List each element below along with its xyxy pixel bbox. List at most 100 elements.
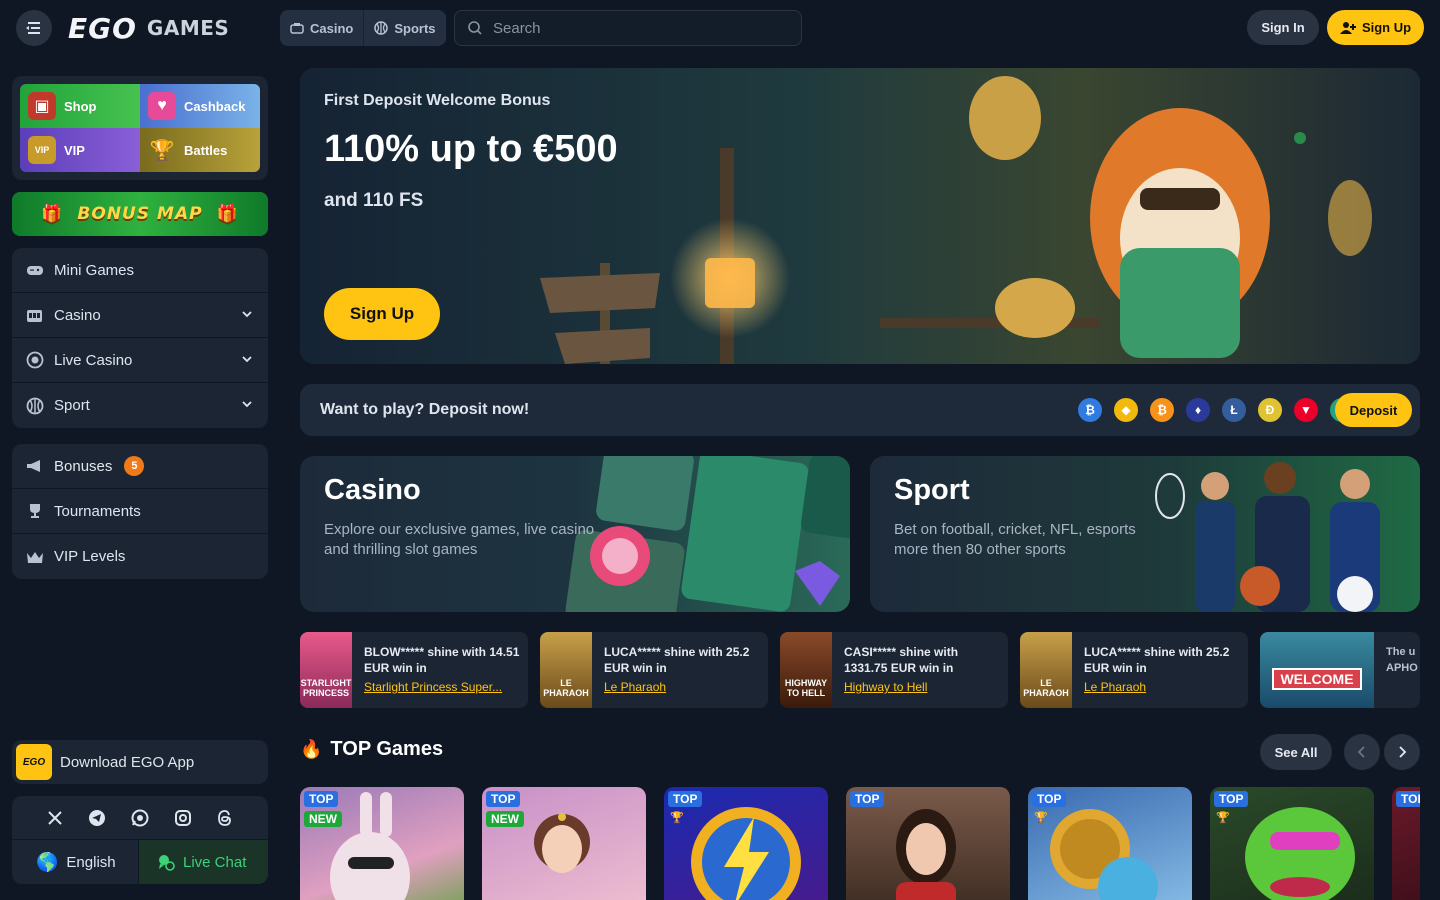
extras-menu: Bonuses 5 Tournaments VIP Levels [12, 444, 268, 579]
top-games-title: TOP Games [330, 738, 444, 760]
search-icon [468, 21, 482, 35]
telegram-icon[interactable] [87, 808, 107, 828]
globe-icon: 🌎 [36, 851, 59, 872]
gift-icon: 🎁 [41, 204, 64, 224]
slot-machine-icon [27, 310, 42, 322]
banner-illustration [300, 68, 1420, 364]
chevron-down-icon [242, 401, 252, 408]
shop-link[interactable]: ▣ Shop [20, 84, 140, 128]
download-app-label: Download EGO App [60, 753, 195, 771]
win-text: BLOW***** shine with 14.51 EUR win in [364, 645, 520, 675]
crown-icon [27, 551, 43, 563]
sidebar-item-vip-levels[interactable]: VIP Levels [12, 534, 268, 579]
top-tag: TOP [850, 791, 885, 807]
shop-label: Shop [64, 98, 97, 114]
whatsapp-icon[interactable] [130, 808, 150, 828]
vip-link[interactable]: VIP VIP [20, 128, 140, 172]
top-tag: TOP [668, 791, 703, 807]
language-selector[interactable]: 🌎 English [12, 840, 139, 884]
win-game-link[interactable]: Le Pharaoh [1084, 680, 1238, 694]
live-chip-icon [26, 351, 44, 369]
logo-main: EGO [68, 11, 137, 45]
fire-icon: 🔥 [300, 739, 323, 759]
top-games-heading: 🔥 TOP Games [300, 738, 443, 761]
casino-promo-card[interactable]: Casino Explore our exclusive games, live… [300, 456, 850, 612]
game-card[interactable]: TOP 🏆 [664, 787, 828, 900]
win-card[interactable]: LE PHARAOH LUCA***** shine with 25.2 EUR… [540, 632, 768, 708]
binance-icon: ◆ [1114, 398, 1138, 422]
ball-icon [26, 397, 44, 414]
sidebar-item-casino[interactable]: Casino [12, 293, 268, 338]
sport-promo-title: Sport [894, 474, 970, 506]
new-tag: NEW [304, 811, 342, 827]
win-card[interactable]: STARLIGHT PRINCESS BLOW***** shine with … [300, 632, 528, 708]
game-thumbnail: STARLIGHT PRINCESS [300, 632, 352, 708]
download-app-button[interactable]: EGO Download EGO App [12, 740, 268, 784]
tab-sports[interactable]: Sports [363, 10, 445, 46]
bonus-map-banner[interactable]: 🎁 BONUS MAP 🎁 [12, 192, 268, 236]
hero-subtitle: First Deposit Welcome Bonus [324, 92, 551, 109]
sidebar-item-sport[interactable]: Sport [12, 383, 268, 428]
sport-promo-card[interactable]: Sport Bet on football, cricket, NFL, esp… [870, 456, 1420, 612]
game-card[interactable]: TOP NEW [482, 787, 646, 900]
cashback-icon: ♥ [148, 92, 176, 120]
sidebar-item-label: Bonuses [54, 457, 113, 475]
win-text: The u APHO [1386, 646, 1418, 674]
footer-links: 🌎 English Live Chat [12, 796, 268, 884]
blaze-icon: ♦ [1186, 398, 1210, 422]
ego-app-icon: EGO [16, 744, 52, 780]
top-tag: TOP [486, 791, 521, 807]
megaphone-icon [27, 460, 40, 472]
sign-up-button[interactable]: Sign Up [1327, 10, 1424, 45]
sidebar-item-label: VIP Levels [54, 548, 126, 565]
deposit-button[interactable]: Deposit [1335, 393, 1412, 427]
casino-promo-desc: Explore our exclusive games, live casino… [324, 521, 595, 558]
win-game-link[interactable]: Highway to Hell [844, 680, 998, 694]
trophy-badge-icon: 🏆 [670, 812, 684, 824]
game-card[interactable]: TOP 🏆 [1028, 787, 1192, 900]
game-card[interactable]: TOP 🏆 [1210, 787, 1374, 900]
game-thumbnail: LE PHARAOH [540, 632, 592, 708]
battles-label: Battles [184, 142, 228, 158]
sidebar-item-tournaments[interactable]: Tournaments [12, 489, 268, 534]
tab-casino[interactable]: Casino [280, 10, 363, 46]
welcome-bonus-banner[interactable]: First Deposit Welcome Bonus 110% up to €… [300, 68, 1420, 364]
sidebar-item-label: Mini Games [54, 261, 135, 279]
x-icon[interactable] [45, 808, 65, 828]
next-button[interactable] [1384, 734, 1420, 770]
menu-toggle-button[interactable] [16, 10, 52, 46]
game-card[interactable]: TOP [1392, 787, 1420, 900]
win-text: LUCA***** shine with 25.2 EUR win in [1084, 645, 1230, 675]
threads-icon[interactable] [215, 808, 235, 828]
win-game-link[interactable]: Starlight Princess Super... [364, 680, 518, 694]
bonus-map-label: BONUS MAP [77, 204, 203, 224]
sidebar-item-mini-games[interactable]: Mini Games [12, 248, 268, 293]
prev-button[interactable] [1344, 734, 1380, 770]
top-tag: TOP [1396, 791, 1420, 807]
live-chat-button[interactable]: Live Chat [139, 840, 268, 884]
new-tag: NEW [486, 811, 524, 827]
sign-in-button[interactable]: Sign In [1247, 10, 1319, 45]
casino-icon [290, 23, 304, 34]
battles-link[interactable]: 🏆 Battles [140, 128, 260, 172]
win-card[interactable]: HIGHWAY TO HELL CASI***** shine with 133… [780, 632, 1008, 708]
win-game-link[interactable]: Le Pharaoh [604, 680, 758, 694]
tab-casino-label: Casino [310, 20, 354, 36]
hero-sign-up-button[interactable]: Sign Up [324, 288, 440, 340]
logo[interactable]: EGO GAMES [68, 11, 229, 45]
see-all-button[interactable]: See All [1260, 734, 1332, 770]
win-card[interactable]: WELCOME The u APHO [1260, 632, 1420, 708]
sidebar-item-label: Sport [54, 397, 90, 414]
top-tag: TOP [1214, 791, 1249, 807]
instagram-icon[interactable] [173, 808, 193, 828]
game-card[interactable]: TOP NEW [300, 787, 464, 900]
win-text: LUCA***** shine with 25.2 EUR win in [604, 645, 750, 675]
sidebar-item-bonuses[interactable]: Bonuses 5 [12, 444, 268, 489]
search-input[interactable] [493, 19, 783, 37]
game-card[interactable]: TOP [846, 787, 1010, 900]
sidebar-item-live-casino[interactable]: Live Casino [12, 338, 268, 383]
game-thumbnail: LE PHARAOH [1020, 632, 1072, 708]
cashback-link[interactable]: ♥ Cashback [140, 84, 260, 128]
main-menu: Mini Games Casino Live Casino Sport [12, 248, 268, 428]
win-card[interactable]: LE PHARAOH LUCA***** shine with 25.2 EUR… [1020, 632, 1248, 708]
